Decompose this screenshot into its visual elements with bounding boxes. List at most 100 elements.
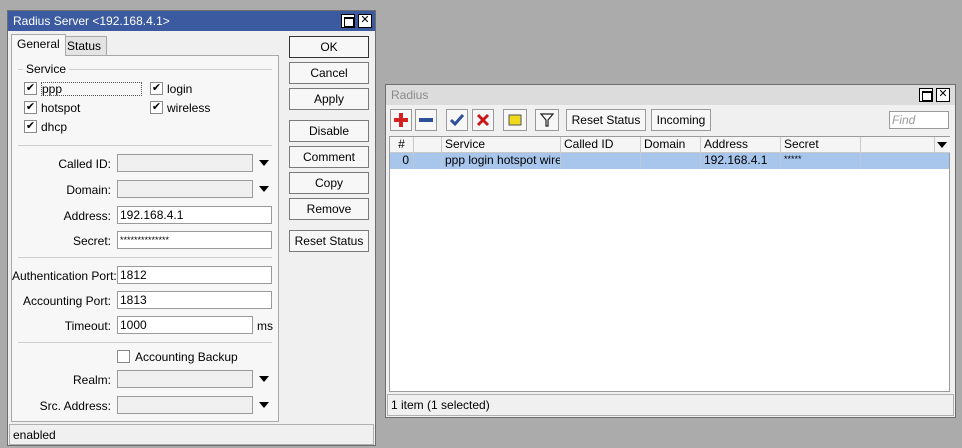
service-hotspot-checkbox[interactable]: ✔ [24, 101, 37, 114]
column-header-service[interactable]: Service [442, 137, 561, 153]
secret-label: Secret: [72, 234, 111, 248]
column-header-num[interactable]: # [390, 137, 414, 153]
enable-button[interactable] [446, 109, 468, 131]
service-login-label: login [167, 82, 193, 96]
check-icon: ✔ [25, 101, 36, 113]
incoming-button[interactable]: Incoming [651, 109, 711, 131]
realm-dropdown-icon[interactable] [259, 376, 269, 382]
service-wireless-checkbox[interactable]: ✔ [150, 101, 163, 114]
timeout-unit: ms [257, 319, 273, 333]
service-wireless-label: wireless [167, 101, 211, 115]
find-placeholder: Find [892, 113, 916, 127]
cancel-button[interactable]: Cancel [289, 62, 369, 84]
column-header-domain[interactable]: Domain [641, 137, 701, 153]
check-icon: ✔ [151, 101, 162, 113]
row-secret: ***** [781, 153, 861, 169]
address-input[interactable]: 192.168.4.1 [117, 206, 272, 224]
realm-label: Realm: [72, 373, 111, 387]
tab-status-label: Status [67, 39, 102, 53]
called-id-input[interactable] [117, 154, 253, 172]
close-icon[interactable]: ✕ [358, 14, 372, 28]
secret-input[interactable]: ************** [117, 231, 272, 249]
apply-button[interactable]: Apply [289, 88, 369, 110]
remove-button[interactable] [415, 109, 437, 131]
service-ppp-checkbox[interactable]: ✔ [24, 82, 37, 95]
tab-general[interactable]: General [11, 34, 66, 56]
radius-server-window: Radius Server <192.168.4.1> ✕ General St… [7, 10, 376, 446]
plus-icon [394, 113, 408, 127]
auth-port-input[interactable]: 1812 [117, 266, 272, 284]
service-group-label: Service [23, 62, 70, 76]
src-address-dropdown-icon[interactable] [259, 402, 269, 408]
column-header-called-id[interactable]: Called ID [561, 137, 641, 153]
service-login-checkbox[interactable]: ✔ [150, 82, 163, 95]
row-service: ppp login hotspot wirel... [442, 153, 561, 169]
checkmark-icon [449, 114, 465, 127]
comment-button[interactable]: Comment [289, 146, 369, 168]
row-domain [641, 153, 701, 169]
minus-icon [419, 118, 433, 122]
domain-label: Domain: [66, 183, 111, 197]
check-icon: ✔ [25, 82, 36, 94]
timeout-input[interactable]: 1000 [117, 316, 253, 334]
separator [18, 257, 272, 258]
row-num: 0 [390, 153, 414, 169]
comment-button[interactable] [503, 109, 527, 131]
reset-status-button[interactable]: Reset Status [566, 109, 646, 131]
service-ppp-label: ppp [41, 82, 142, 96]
service-dhcp-checkbox[interactable]: ✔ [24, 120, 37, 133]
tab-general-label: General [17, 37, 60, 51]
disable-button[interactable]: Disable [289, 120, 369, 142]
separator [18, 342, 272, 343]
realm-input[interactable] [117, 370, 253, 388]
acct-port-label: Accounting Port: [22, 294, 111, 308]
column-header-filler [861, 137, 935, 153]
accounting-backup-checkbox[interactable] [117, 350, 130, 363]
check-icon: ✔ [151, 82, 162, 94]
status-text: 1 item (1 selected) [391, 398, 490, 412]
maximize-icon[interactable] [341, 14, 355, 28]
row-address: 192.168.4.1 [701, 153, 781, 169]
src-address-input[interactable] [117, 396, 253, 414]
timeout-label: Timeout: [64, 319, 111, 333]
acct-port-input[interactable]: 1813 [117, 291, 272, 309]
column-chooser-button[interactable] [935, 137, 950, 153]
reset-status-button[interactable]: Reset Status [289, 230, 369, 252]
copy-button[interactable]: Copy [289, 172, 369, 194]
chevron-down-icon [937, 142, 947, 148]
service-dhcp-label: dhcp [41, 120, 68, 134]
status-bar: 1 item (1 selected) [387, 394, 954, 416]
called-id-label: Called ID: [58, 157, 111, 171]
filter-button[interactable] [535, 109, 559, 131]
radius-server-titlebar[interactable]: Radius Server <192.168.4.1> [8, 11, 375, 31]
row-flags [414, 153, 442, 169]
find-input[interactable]: Find [889, 111, 949, 129]
row-called-id [561, 153, 641, 169]
radius-table: # Service Called ID Domain Address Secre… [389, 136, 950, 392]
status-text: enabled [13, 428, 56, 442]
radius-list-titlebar[interactable]: Radius [386, 85, 955, 105]
auth-port-label: Authentication Port: [12, 269, 117, 283]
disable-button[interactable] [472, 109, 494, 131]
called-id-dropdown-icon[interactable] [259, 160, 269, 166]
maximize-icon[interactable] [919, 88, 933, 102]
address-label: Address: [63, 209, 111, 223]
remove-button[interactable]: Remove [289, 198, 369, 220]
tab-status[interactable]: Status [61, 36, 108, 55]
separator [18, 145, 272, 146]
ok-button[interactable]: OK [289, 36, 369, 58]
column-header-flags[interactable] [414, 137, 442, 153]
column-header-address[interactable]: Address [701, 137, 781, 153]
add-button[interactable] [390, 109, 412, 131]
table-row[interactable]: 0 ppp login hotspot wirel... 192.168.4.1… [390, 153, 949, 169]
check-icon: ✔ [25, 120, 36, 132]
domain-input[interactable] [117, 180, 253, 198]
filter-icon [539, 113, 555, 127]
domain-dropdown-icon[interactable] [259, 186, 269, 192]
close-icon[interactable]: ✕ [936, 88, 950, 102]
x-icon [476, 113, 490, 127]
window-title: Radius [391, 88, 429, 102]
general-panel: Service ✔ ppp ✔ login ✔ hotspot ✔ wirele… [11, 55, 279, 422]
accounting-backup-label: Accounting Backup [135, 350, 238, 364]
column-header-secret[interactable]: Secret [781, 137, 861, 153]
